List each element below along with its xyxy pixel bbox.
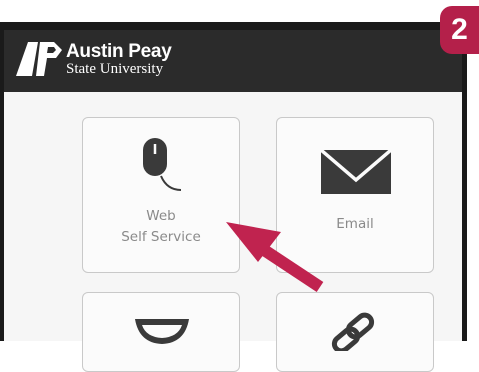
link-icon <box>331 312 375 351</box>
web-self-service-tile[interactable]: Web Self Service <box>82 117 240 273</box>
envelope-icon <box>321 150 391 194</box>
app-header: Austin Peay State University <box>4 30 462 92</box>
partial-tile-right[interactable] <box>276 292 434 372</box>
apsu-logo-mark <box>16 42 62 76</box>
app-grid: Web Self Service Email <box>4 92 462 372</box>
phone-frame: Austin Peay State University Web Self Se… <box>0 0 479 372</box>
phone-bezel-top <box>0 22 467 30</box>
tile-label-web: Web <box>146 208 176 224</box>
email-tile[interactable]: Email <box>276 117 434 273</box>
step-badge: 2 <box>440 6 479 54</box>
mouse-icon <box>143 138 182 191</box>
bowl-icon <box>135 319 189 344</box>
tile-label-email: Email <box>336 216 374 232</box>
logo-title: Austin Peay <box>66 41 172 62</box>
logo-text: Austin Peay State University <box>66 41 172 77</box>
partial-tile-left[interactable] <box>82 292 240 372</box>
tile-label-self-service: Self Service <box>121 229 201 245</box>
logo-subtitle: State University <box>66 61 164 77</box>
phone-bezel-right <box>462 22 467 341</box>
